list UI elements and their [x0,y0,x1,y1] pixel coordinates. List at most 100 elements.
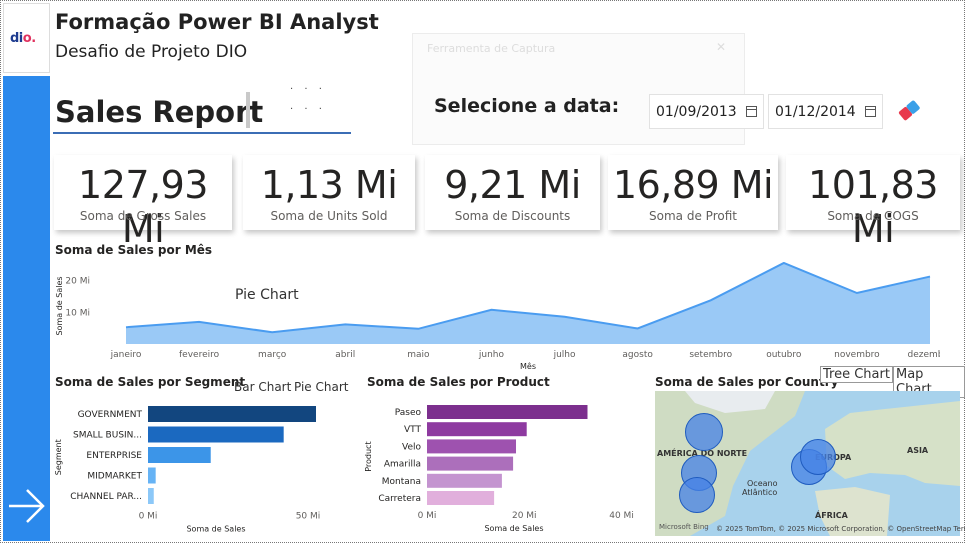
x-tick-label: 0 Mi [139,512,158,522]
kpi-card-gross-sales[interactable]: 127,93 Mi Soma de Gross Sales [54,155,232,251]
kpi-value: 1,13 Mi [260,163,398,207]
sales-area-fill [126,262,930,344]
x-axis-title: Soma de Sales [484,524,543,533]
x-tick-label: 20 Mi [512,511,537,521]
map-label-ocean-2: Atlântico [742,488,778,497]
x-tick-label: setembro [689,350,732,360]
bing-logo: Microsoft Bing [659,523,709,531]
x-tick-label: fevereiro [179,350,220,360]
eraser-icon[interactable] [896,97,922,123]
kpi-label: Soma de Gross Sales [79,209,207,223]
bar-midmarket [148,467,156,484]
calendar-icon[interactable] [746,106,757,117]
x-tick-label: novembro [834,350,880,360]
bar-vtt [427,422,527,437]
y-tick-label: 10 Mi [65,308,90,318]
x-axis-title: Soma de Sales [186,525,245,534]
x-tick-label: dezembro [908,350,941,360]
category-label: CHANNEL PAR... [70,492,142,502]
kpi-card-profit[interactable]: 16,89 Mi Soma de Profit [608,155,778,230]
y-axis-title: Segment [54,439,63,475]
end-date-value: 01/12/2014 [775,104,856,120]
category-label: Paseo [395,408,422,418]
kpi-value: 9,21 Mi [444,163,581,207]
kpi-value: 101,83 Mi [808,163,938,251]
map-attribution[interactable]: © 2025 TomTom, © 2025 Microsoft Corporat… [716,525,965,533]
category-label: VTT [404,425,421,435]
x-tick-label: abril [335,350,355,360]
close-icon: ✕ [715,40,726,54]
bar-chart-note: Bar Chart [234,380,292,394]
date-filter-label: Selecione a data: [434,95,620,117]
category-label: ENTERPRISE [86,451,142,461]
calendar-icon[interactable] [865,106,876,117]
kpi-label: Soma de Units Sold [270,209,388,223]
end-date-input[interactable]: 01/12/2014 [768,94,883,129]
page-title: Formação Power BI Analyst [55,10,379,34]
x-tick-label: março [258,350,287,360]
kpi-card-cogs[interactable]: 101,83 Mi Soma de COGS [786,155,960,251]
x-tick-label: 40 Mi [609,511,634,521]
category-label: GOVERNMENT [78,410,143,420]
start-date-input[interactable]: 01/09/2013 [649,94,764,129]
monthly-sales-chart[interactable]: 10 Mi 20 MiSoma de Sales janeiro fevereiro m… [50,262,940,374]
product-chart-title: Soma de Sales por Product [367,375,550,389]
y-tick-label: 20 Mi [65,277,90,287]
map-bubble-mexico[interactable] [679,477,715,513]
map-label-africa: ÁFRICA [815,511,848,520]
dialog-title: Ferramenta de Captura [427,42,556,55]
category-label: Amarilla [384,460,421,470]
x-axis-title: Mês [520,361,536,371]
x-tick-label: maio [407,350,430,360]
segment-chart-title: Soma de Sales por Segment [55,375,246,389]
kpi-value: 16,89 Mi [612,163,774,207]
map-label-ocean: Oceano [747,479,778,488]
y-axis-title: Soma de Sales [55,276,64,335]
text-cursor [246,92,250,128]
x-tick-label: julho [553,350,576,360]
bar-montana [427,473,502,488]
kpi-label: Soma de Profit [649,209,737,223]
pie-chart-note-2: Pie Chart [294,380,349,394]
bar-paseo [427,405,588,419]
bar-amarilla [427,456,514,471]
kpi-label: Soma de Discounts [454,209,571,223]
kpi-value: 127,93 Mi [78,163,208,251]
dio-logo: dio. [3,3,50,73]
bar-enterprise [148,447,211,463]
kpi-card-discounts[interactable]: 9,21 Mi Soma de Discounts [425,155,600,230]
logo-text: di [10,31,23,46]
bar-small-busin- [148,426,284,443]
x-tick-label: outubro [766,350,802,360]
x-tick-label: 50 Mi [296,512,321,522]
country-sales-map[interactable]: AMÉRICA DO NORTE EUROPA ASIA Oceano Atlâ… [655,391,960,536]
map-label-asia: ASIA [907,446,929,455]
bar-channel-par- [148,488,154,504]
tree-chart-note: Tree Chart [820,366,893,383]
arrow-right-icon[interactable] [7,487,47,525]
page-subtitle: Desafio de Projeto DIO [55,42,248,62]
category-label: Carretera [378,494,421,504]
product-sales-chart[interactable]: Paseo VTT Velo Amarilla Montana Carretera 0 Mi… [362,395,652,541]
map-bubble-canada[interactable] [685,413,723,451]
country-map-title: Soma de Sales por Country [655,375,839,389]
category-label: Montana [382,477,421,487]
bar-carretera [427,491,495,505]
report-title: Sales Report [55,95,264,129]
logo-text-accent: o. [22,31,36,46]
x-tick-label: agosto [622,350,653,360]
kpi-label: Soma de COGS [827,209,919,223]
decor-dots: · · · [290,104,326,115]
category-label: SMALL BUSIN... [73,431,142,441]
start-date-value: 01/09/2013 [656,104,737,120]
category-label: Velo [402,442,421,452]
x-tick-label: janeiro [110,350,142,360]
map-bubble-germany[interactable] [800,439,836,475]
sidebar [3,76,50,541]
segment-sales-chart[interactable]: GOVERNMENT SMALL BUSIN... ENTERPRISE MIDMAR… [52,395,352,541]
kpi-card-units-sold[interactable]: 1,13 Mi Soma de Units Sold [243,155,415,230]
bar-velo [427,439,517,454]
title-underline [53,132,351,134]
y-axis-title: Product [364,441,373,471]
x-tick-label: junho [478,350,505,360]
